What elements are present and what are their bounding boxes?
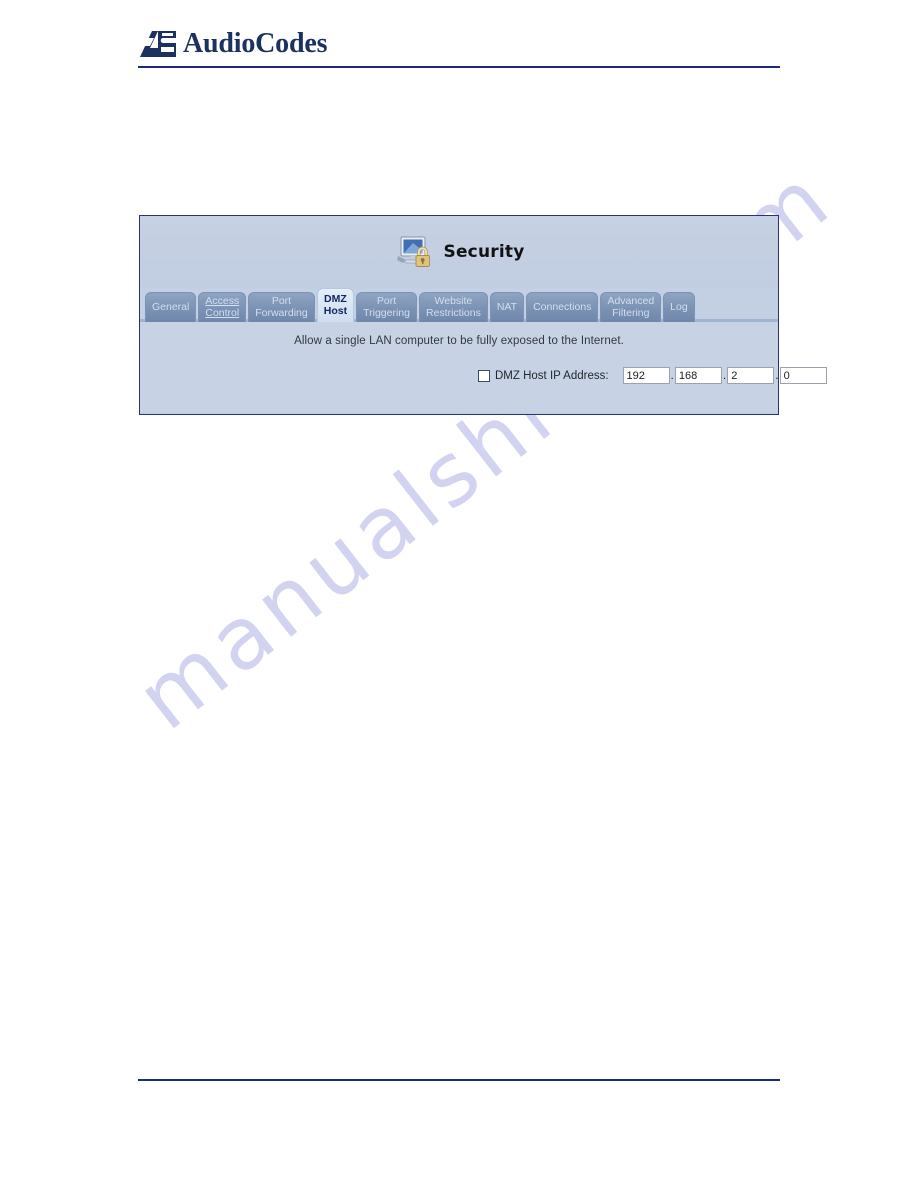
tab-label-line: Forwarding <box>255 307 308 319</box>
tab-bar: General Access Control Port Forwarding DMZ Hos… <box>140 288 778 322</box>
tab-dmz-host[interactable]: DMZ Host <box>316 288 355 322</box>
tab-connections[interactable]: Connections <box>526 292 599 322</box>
tab-label-line: Advanced <box>607 295 655 307</box>
tab-label-line: Port <box>271 295 292 307</box>
brand-name: AudioCodes <box>183 28 328 59</box>
tab-label-line: Access <box>205 295 240 307</box>
dmz-host-ip-octet-1[interactable] <box>622 367 670 384</box>
security-panel: Security General Access Control Port Forward… <box>139 215 827 415</box>
tab-label-line: Host <box>323 305 348 317</box>
dmz-host-ip-octet-4[interactable] <box>779 367 827 384</box>
watermark: manualshive.com <box>119 147 910 990</box>
dmz-host-ip-label: DMZ Host IP Address: <box>495 369 609 382</box>
brand-logo: AudioCodes <box>138 26 780 62</box>
tab-access-control[interactable]: Access Control <box>198 292 247 322</box>
tab-advanced-filtering[interactable]: Advanced Filtering <box>600 292 662 322</box>
tab-label-line: Log <box>670 301 688 313</box>
tab-label-line: Connections <box>533 301 592 313</box>
tab-port-forwarding[interactable]: Port Forwarding <box>248 292 315 322</box>
tab-nat[interactable]: NAT <box>489 292 525 322</box>
panel-header: Security <box>140 216 778 288</box>
header-divider <box>138 66 780 68</box>
page-header: AudioCodes <box>138 26 780 70</box>
panel-body: Allow a single LAN computer to be fully … <box>140 322 827 412</box>
tab-label-line: Triggering <box>363 307 410 319</box>
tab-label-line: NAT <box>496 301 518 313</box>
dmz-host-ip-inputs: ... <box>622 367 827 384</box>
tab-label-line: DMZ <box>324 293 347 305</box>
dmz-host-enable-checkbox[interactable] <box>478 369 490 382</box>
audiocodes-logo-mark-icon <box>140 31 176 57</box>
panel-title: Security <box>443 242 525 262</box>
tab-website-restrictions[interactable]: Website Restrictions <box>418 292 488 322</box>
footer-divider <box>138 1079 780 1081</box>
tab-label-line: Restrictions <box>425 307 481 319</box>
tab-general[interactable]: General <box>145 292 197 322</box>
monitor-padlock-icon <box>396 236 430 267</box>
tab-port-triggering[interactable]: Port Triggering <box>356 292 417 322</box>
dmz-host-ip-octet-2[interactable] <box>674 367 722 384</box>
tab-log[interactable]: Log <box>663 292 695 322</box>
tab-label-line: General <box>152 301 190 313</box>
dmz-host-ip-octet-3[interactable] <box>727 367 775 384</box>
tab-label-line: Control <box>205 307 240 319</box>
dmz-host-form-row: DMZ Host IP Address: ... <box>478 367 827 384</box>
tab-label-line: Port <box>376 295 397 307</box>
panel-description: Allow a single LAN computer to be fully … <box>294 335 624 347</box>
tab-label-line: Website <box>434 295 473 307</box>
tab-label-line: Filtering <box>612 307 650 319</box>
